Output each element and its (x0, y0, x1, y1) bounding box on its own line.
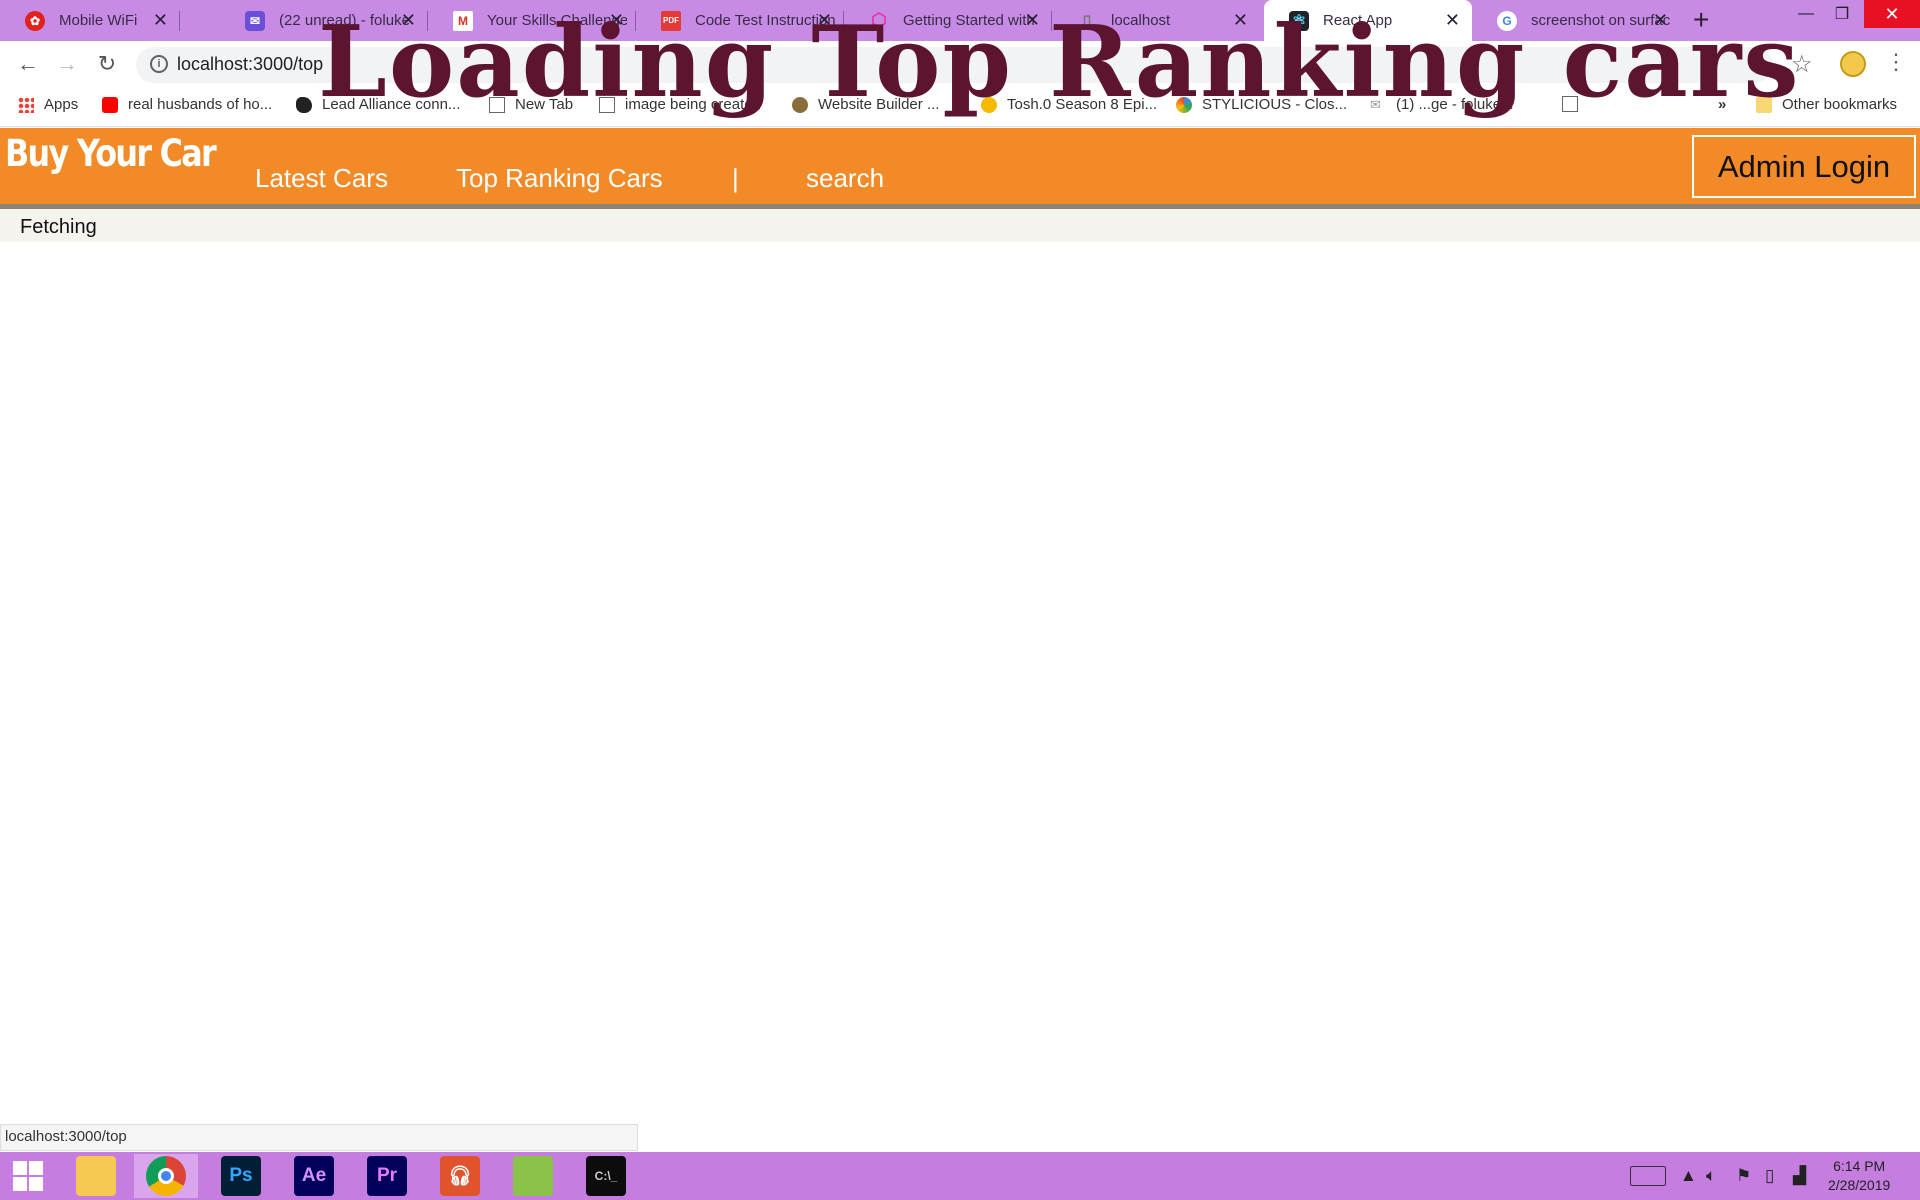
terminal-icon: C:\_ (586, 1156, 626, 1196)
close-window-button[interactable]: ✕ (1864, 0, 1920, 28)
bookmark-label: real husbands of ho... (128, 96, 273, 113)
start-button[interactable] (0, 1154, 56, 1198)
chevron-up-icon[interactable]: ▲ (1680, 1166, 1697, 1186)
windows-taskbar: Ps Ae Pr 🎧︎ C:\_ ▲ 🔈︎ ⚑ ▯ ▟ 6:14 PM 2/28… (0, 1152, 1920, 1200)
nav-top-ranking-cars[interactable]: Top Ranking Cars (456, 163, 663, 194)
info-icon[interactable]: i (150, 55, 168, 73)
taskbar-notepad[interactable] (501, 1154, 565, 1198)
clock-date: 2/28/2019 (1828, 1177, 1891, 1193)
close-tab-icon[interactable]: ✕ (153, 10, 168, 31)
premiere-icon: Pr (367, 1156, 407, 1196)
nav-search[interactable]: search (806, 163, 884, 194)
notepad-icon (513, 1156, 553, 1196)
after-effects-icon: Ae (294, 1156, 334, 1196)
lion-icon (296, 96, 312, 113)
clock-time: 6:14 PM (1833, 1158, 1886, 1174)
bookmark-apps[interactable]: Apps (18, 96, 78, 113)
taskbar-photoshop[interactable]: Ps (209, 1154, 273, 1198)
reload-button[interactable]: ↻ (93, 51, 121, 77)
admin-login-button[interactable]: Admin Login (1692, 135, 1916, 198)
chrome-icon (146, 1156, 186, 1196)
forward-button[interactable]: → (53, 51, 81, 77)
app-navbar: Buy Your Car Latest Cars Top Ranking Car… (0, 128, 1920, 204)
nav-latest-cars[interactable]: Latest Cars (255, 163, 388, 194)
taskbar-after-effects[interactable]: Ae (282, 1154, 346, 1198)
taskbar-premiere[interactable]: Pr (355, 1154, 419, 1198)
photoshop-icon: Ps (221, 1156, 261, 1196)
profile-avatar[interactable] (1840, 51, 1866, 77)
keyboard-icon[interactable] (1630, 1166, 1666, 1186)
folder-icon (76, 1156, 116, 1196)
back-button[interactable]: ← (14, 51, 42, 77)
mail-icon: ✉ (245, 10, 265, 31)
battery-icon[interactable]: ▯ (1765, 1166, 1774, 1186)
tab-mobile-wifi[interactable]: ✿ Mobile WiFi ✕ (0, 0, 180, 41)
taskbar-music[interactable]: 🎧︎ (428, 1154, 492, 1198)
taskbar-clock[interactable]: 6:14 PM 2/28/2019 (1828, 1157, 1890, 1195)
url-text[interactable]: localhost:3000/top (177, 54, 323, 75)
loading-overlay-title: Loading Top Ranking cars (318, 5, 1801, 120)
brand-logo[interactable]: Buy Your Car (5, 132, 217, 175)
bookmark-real-husbands[interactable]: real husbands of ho... (102, 96, 272, 113)
nav-separator: | (732, 163, 739, 193)
volume-icon[interactable]: 🔈︎ (1706, 1166, 1716, 1186)
link-status-bubble: localhost:3000/top (0, 1124, 638, 1151)
flag-icon[interactable]: ⚑ (1736, 1166, 1751, 1186)
youtube-icon (102, 96, 118, 113)
apps-grid-icon (18, 96, 34, 113)
headphones-icon: 🎧︎ (440, 1156, 480, 1196)
screen: ✿ Mobile WiFi ✕ ✉ (22 unread) - foluke ✕… (0, 0, 1920, 1200)
taskbar-chrome[interactable] (134, 1154, 198, 1198)
restore-button[interactable]: ❐ (1822, 0, 1862, 28)
windows-icon (13, 1161, 43, 1191)
fetching-status: Fetching (20, 216, 97, 238)
taskbar-terminal[interactable]: C:\_ (574, 1154, 638, 1198)
taskbar-file-explorer[interactable] (64, 1154, 128, 1198)
network-icon[interactable]: ▟ (1793, 1166, 1806, 1186)
huawei-icon: ✿ (25, 10, 45, 31)
status-bar: Fetching (0, 209, 1920, 242)
more-menu-icon[interactable]: ⋮ (1885, 49, 1907, 75)
bookmark-label: Apps (44, 96, 79, 113)
